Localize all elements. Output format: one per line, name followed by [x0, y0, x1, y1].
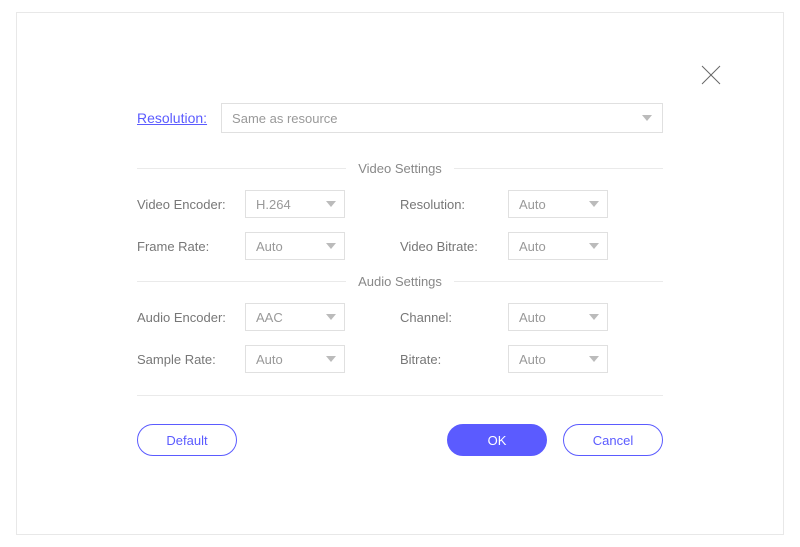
close-button[interactable]	[699, 63, 723, 87]
divider-line	[454, 281, 663, 282]
channel-label: Channel:	[400, 310, 508, 325]
audio-encoder-label: Audio Encoder:	[137, 310, 245, 325]
framerate-select[interactable]: Auto	[245, 232, 345, 260]
video-settings-section: Video Settings Video Encoder: H.264 Reso…	[137, 161, 663, 260]
audio-encoder-select[interactable]: AAC	[245, 303, 345, 331]
resolution-main-value: Same as resource	[232, 111, 338, 126]
video-encoder-field: Video Encoder: H.264	[137, 190, 400, 218]
samplerate-field: Sample Rate: Auto	[137, 345, 400, 373]
bottom-divider	[137, 395, 663, 396]
audio-encoder-field: Audio Encoder: AAC	[137, 303, 400, 331]
audio-row-2: Sample Rate: Auto Bitrate: Auto	[137, 345, 663, 373]
video-resolution-value: Auto	[519, 197, 546, 212]
video-section-header: Video Settings	[137, 161, 663, 176]
video-bitrate-field: Video Bitrate: Auto	[400, 232, 663, 260]
framerate-field: Frame Rate: Auto	[137, 232, 400, 260]
video-encoder-label: Video Encoder:	[137, 197, 245, 212]
video-bitrate-label: Video Bitrate:	[400, 239, 508, 254]
audio-bitrate-field: Bitrate: Auto	[400, 345, 663, 373]
close-icon	[699, 63, 723, 87]
button-row: Default OK Cancel	[137, 424, 663, 456]
settings-dialog: Resolution: Same as resource Video Setti…	[16, 12, 784, 535]
divider-line	[454, 168, 663, 169]
resolution-main-label: Resolution:	[137, 110, 207, 126]
video-resolution-field: Resolution: Auto	[400, 190, 663, 218]
divider-line	[137, 168, 346, 169]
chevron-down-icon	[589, 352, 599, 367]
audio-bitrate-label: Bitrate:	[400, 352, 508, 367]
video-encoder-value: H.264	[256, 197, 291, 212]
chevron-down-icon	[589, 197, 599, 212]
samplerate-label: Sample Rate:	[137, 352, 245, 367]
video-section-title: Video Settings	[346, 161, 454, 176]
chevron-down-icon	[326, 239, 336, 254]
audio-section-header: Audio Settings	[137, 274, 663, 289]
video-resolution-select[interactable]: Auto	[508, 190, 608, 218]
video-bitrate-value: Auto	[519, 239, 546, 254]
audio-encoder-value: AAC	[256, 310, 283, 325]
video-row-2: Frame Rate: Auto Video Bitrate: Auto	[137, 232, 663, 260]
default-button[interactable]: Default	[137, 424, 237, 456]
audio-bitrate-value: Auto	[519, 352, 546, 367]
audio-section-title: Audio Settings	[346, 274, 454, 289]
dialog-content: Resolution: Same as resource Video Setti…	[17, 13, 783, 496]
framerate-value: Auto	[256, 239, 283, 254]
top-resolution-row: Resolution: Same as resource	[137, 103, 663, 133]
samplerate-value: Auto	[256, 352, 283, 367]
chevron-down-icon	[326, 197, 336, 212]
resolution-main-select[interactable]: Same as resource	[221, 103, 663, 133]
video-bitrate-select[interactable]: Auto	[508, 232, 608, 260]
chevron-down-icon	[589, 239, 599, 254]
framerate-label: Frame Rate:	[137, 239, 245, 254]
audio-row-1: Audio Encoder: AAC Channel: Auto	[137, 303, 663, 331]
video-resolution-label: Resolution:	[400, 197, 508, 212]
divider-line	[137, 281, 346, 282]
ok-button[interactable]: OK	[447, 424, 547, 456]
chevron-down-icon	[326, 352, 336, 367]
chevron-down-icon	[589, 310, 599, 325]
chevron-down-icon	[326, 310, 336, 325]
video-encoder-select[interactable]: H.264	[245, 190, 345, 218]
channel-field: Channel: Auto	[400, 303, 663, 331]
audio-settings-section: Audio Settings Audio Encoder: AAC Channe…	[137, 274, 663, 373]
chevron-down-icon	[642, 111, 652, 126]
samplerate-select[interactable]: Auto	[245, 345, 345, 373]
audio-bitrate-select[interactable]: Auto	[508, 345, 608, 373]
channel-value: Auto	[519, 310, 546, 325]
video-row-1: Video Encoder: H.264 Resolution: Auto	[137, 190, 663, 218]
cancel-button[interactable]: Cancel	[563, 424, 663, 456]
channel-select[interactable]: Auto	[508, 303, 608, 331]
